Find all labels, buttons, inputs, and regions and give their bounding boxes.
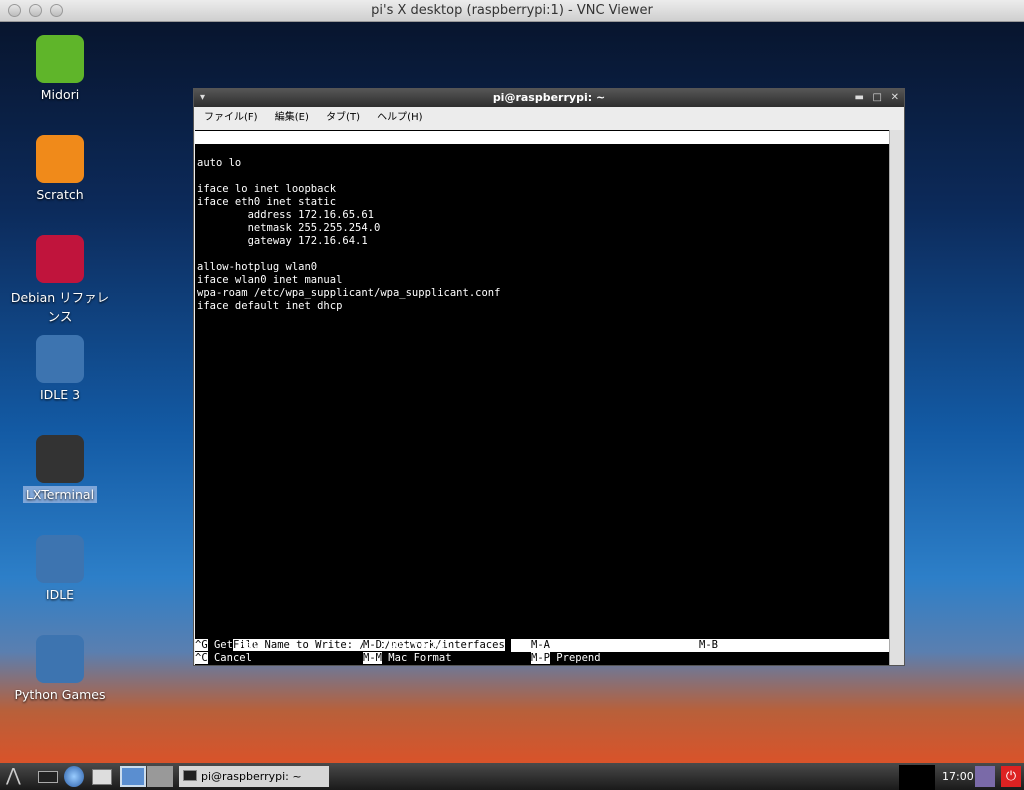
file-line: wpa-roam /etc/wpa_supplicant/wpa_supplic… xyxy=(197,287,501,299)
menu-launcher-icon[interactable]: ⋀ xyxy=(6,766,32,787)
shortcut-label: Mac Format xyxy=(388,652,452,664)
shortcut: M-P Prepend xyxy=(531,652,601,665)
desktop-icon-label: Debian リファレンス xyxy=(10,290,110,324)
nano-status: Modified xyxy=(824,170,875,182)
app-icon xyxy=(36,635,84,683)
desktop-2[interactable] xyxy=(147,766,173,787)
app-icon xyxy=(36,335,84,383)
desktop-icon[interactable]: IDLE 3 xyxy=(10,335,110,402)
shortcut-label: DOS Format xyxy=(388,639,452,651)
close-button[interactable] xyxy=(8,4,21,17)
windows-icon[interactable] xyxy=(92,769,112,785)
desktop-icon-label: Midori xyxy=(40,87,80,102)
file-line: auto lo xyxy=(197,157,242,169)
desktop-icon-label: IDLE 3 xyxy=(39,387,81,402)
vnc-title-bar: pi's X desktop (raspberrypi:1) - VNC Vie… xyxy=(0,0,1024,22)
app-icon xyxy=(36,535,84,583)
zoom-button[interactable] xyxy=(50,4,63,17)
file-line: iface lo inet loopback xyxy=(197,183,337,195)
menu-file[interactable]: ファイル(F) xyxy=(204,112,258,123)
save-prompt[interactable]: File Name to Write: /etc/network/interfa… xyxy=(195,626,897,652)
desktop-icon-label: Python Games xyxy=(14,687,106,702)
shortcut-label: Backup File xyxy=(724,639,794,651)
shortcut-key: M-A xyxy=(531,639,550,651)
file-line: iface wlan0 inet manual xyxy=(197,274,343,286)
terminal-title: pi@raspberrypi: ~ xyxy=(492,91,606,104)
shortcut: M-B Backup File xyxy=(699,639,794,652)
file-line: iface default inet dhcp xyxy=(197,300,343,312)
nano-header: GNU nano 2.2.6 File: /etc/network/interf… xyxy=(195,131,889,182)
shortcut: ^C Cancel xyxy=(195,652,252,665)
browser-icon[interactable] xyxy=(64,766,84,787)
shortcut-key: M-D xyxy=(363,639,382,651)
desktop-icon[interactable]: Midori xyxy=(10,35,110,102)
file-line: netmask 255.255.254.0 xyxy=(197,222,381,234)
clock[interactable]: 17:00 xyxy=(942,766,974,787)
terminal-menu-bar: ファイル(F) 編集(E) タブ(T) ヘルプ(H) xyxy=(194,107,904,129)
desktop-1[interactable] xyxy=(120,766,146,787)
shortcut: M-M Mac Format xyxy=(363,652,452,665)
file-manager-icon[interactable] xyxy=(38,771,58,783)
nano-version: GNU nano 2.2.6 xyxy=(209,144,298,156)
menu-edit[interactable]: 編集(E) xyxy=(275,112,309,123)
minimize-icon[interactable]: ▬ xyxy=(855,89,864,107)
terminal-screen[interactable]: GNU nano 2.2.6 File: /etc/network/interf… xyxy=(195,130,897,665)
task-label: pi@raspberrypi: ~ xyxy=(201,770,302,783)
desktop-icon[interactable]: LXTerminal xyxy=(10,435,110,503)
minimize-button[interactable] xyxy=(29,4,42,17)
terminal-title-bar[interactable]: ▾ pi@raspberrypi: ~ ▬ □ ✕ xyxy=(194,89,904,107)
task-terminal[interactable]: pi@raspberrypi: ~ xyxy=(179,766,329,787)
desktop-icon-label: LXTerminal xyxy=(22,486,98,503)
shortcut: M-D DOS Format xyxy=(363,639,452,652)
file-line: gateway 172.16.64.1 xyxy=(197,235,368,247)
menu-tabs[interactable]: タブ(T) xyxy=(326,112,360,123)
app-icon xyxy=(36,135,84,183)
cpu-monitor xyxy=(899,765,935,790)
close-icon[interactable]: ✕ xyxy=(891,89,899,107)
shortcut-key: M-M xyxy=(363,652,382,664)
desktop-icon[interactable]: Python Games xyxy=(10,635,110,702)
shortcut-key: M-P xyxy=(531,652,550,664)
nano-filename: File: /etc/network/interfaces xyxy=(420,157,604,169)
desktop-icon-label: IDLE xyxy=(45,587,75,602)
lock-screen-icon[interactable] xyxy=(975,766,995,787)
maximize-icon[interactable]: □ xyxy=(873,89,882,107)
shortcut-key: ^G xyxy=(195,639,208,651)
desktop-icon[interactable]: Debian リファレンス xyxy=(10,235,110,325)
file-line: address 172.16.65.61 xyxy=(197,209,375,221)
file-line: iface eth0 inet static xyxy=(197,196,337,208)
desktop-icon-label: Scratch xyxy=(36,187,84,202)
shortcut-label: Append xyxy=(556,639,595,651)
terminal-icon xyxy=(183,770,197,781)
file-line: allow-hotplug wlan0 xyxy=(197,261,318,273)
shortcut-label: Get Help xyxy=(213,639,265,651)
shortcut-label: Cancel xyxy=(213,652,252,664)
app-icon xyxy=(36,435,84,483)
desktop-icon[interactable]: IDLE xyxy=(10,535,110,602)
app-icon xyxy=(36,35,84,83)
menu-help[interactable]: ヘルプ(H) xyxy=(377,112,422,123)
shortcut-key: ^C xyxy=(195,652,208,664)
app-icon xyxy=(36,235,84,283)
scrollbar[interactable] xyxy=(889,130,904,665)
power-icon[interactable]: ⏻ xyxy=(1001,766,1021,787)
shortcut-key: M-B xyxy=(699,639,718,651)
shortcut: M-A Append xyxy=(531,639,594,652)
window-menu-icon[interactable]: ▾ xyxy=(200,89,205,107)
window-title: pi's X desktop (raspberrypi:1) - VNC Vie… xyxy=(371,3,653,18)
terminal-window: ▾ pi@raspberrypi: ~ ▬ □ ✕ ファイル(F) 編集(E) … xyxy=(193,88,905,666)
shortcut-label: Prepend xyxy=(556,652,601,664)
desktop-icon[interactable]: Scratch xyxy=(10,135,110,202)
shortcut: ^G Get Help xyxy=(195,639,265,652)
taskbar: ⋀ pi@raspberrypi: ~ 17:00 ⏻ xyxy=(0,763,1024,790)
